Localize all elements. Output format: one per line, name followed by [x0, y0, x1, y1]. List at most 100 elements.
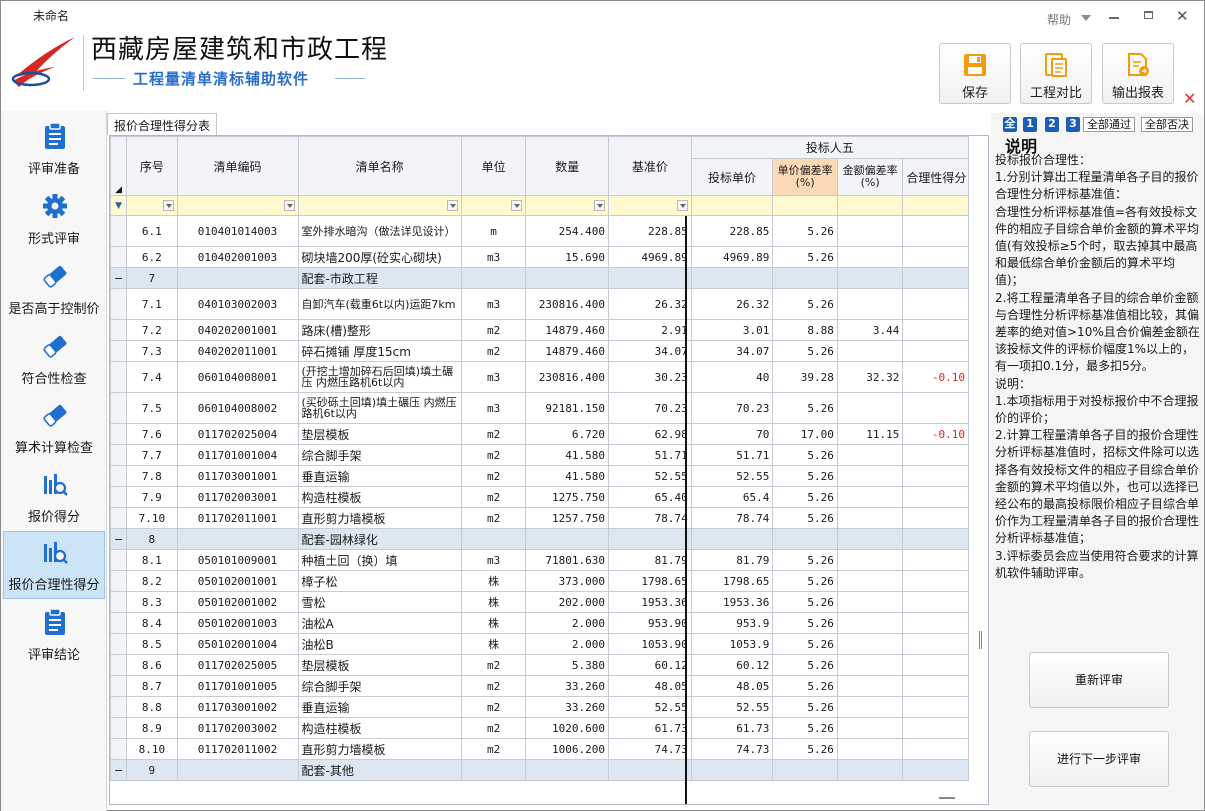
- table-row[interactable]: 8.6 011702025005 垫层模板 m2 5.380 60.12 60.12 5.26: [110, 654, 969, 676]
- col-qty[interactable]: 数量: [525, 136, 610, 196]
- row-gutter[interactable]: [110, 423, 128, 445]
- row-gutter[interactable]: [110, 444, 128, 466]
- table-row[interactable]: 6.1 010401014003 室外排水暗沟（做法详见设计） m 254.400 228…: [110, 215, 969, 247]
- table-row[interactable]: 8.7 011701001005 综合脚手架 m2 33.260 48.05 48.05 5.…: [110, 675, 969, 697]
- col-bid-price[interactable]: 投标单价: [690, 158, 774, 196]
- bid-price-cell[interactable]: 953.9: [690, 612, 774, 634]
- table-row[interactable]: 8.8 011703001002 垂直运输 m2 33.260 52.55 52.55 5.2…: [110, 696, 969, 718]
- row-gutter[interactable]: [110, 215, 128, 247]
- bid-price-cell[interactable]: 4969.89: [690, 246, 774, 268]
- row-gutter[interactable]: [110, 361, 128, 393]
- row-gutter[interactable]: [110, 392, 128, 424]
- table-row[interactable]: 7.5 060104008002 (买砂砾土回填)填土碾压 内燃压路机6t以内 m3 9…: [110, 392, 969, 424]
- tab-price-reasonableness[interactable]: 报价合理性得分表: [107, 113, 218, 135]
- table-row[interactable]: 8.1 050101009001 种植土回（换）填 m3 71801.630 81.79 8…: [110, 549, 969, 571]
- group-row[interactable]: −9 配套-其他: [110, 759, 969, 781]
- corner-cell[interactable]: ◢: [110, 136, 128, 196]
- filter-cell[interactable]: [525, 195, 610, 216]
- filter-cell[interactable]: [297, 195, 462, 216]
- sidebar-item-6[interactable]: 报价得分: [3, 463, 105, 531]
- table-row[interactable]: 8.9 011702003002 构造柱模板 m2 1020.600 61.73 61.73…: [110, 717, 969, 739]
- bid-price-cell[interactable]: 1953.36: [690, 591, 774, 613]
- reject-all-button[interactable]: 全部否决: [1141, 117, 1193, 132]
- bid-price-cell[interactable]: 48.05: [690, 675, 774, 697]
- row-gutter[interactable]: [110, 340, 128, 362]
- row-gutter[interactable]: [110, 319, 128, 341]
- bid-price-cell[interactable]: 65.4: [690, 486, 774, 508]
- row-gutter[interactable]: [110, 507, 128, 529]
- col-code[interactable]: 清单编码: [176, 136, 299, 196]
- sidebar-item-7[interactable]: 报价合理性得分: [3, 531, 105, 599]
- group-row[interactable]: −8 配套-园林绿化: [110, 528, 969, 550]
- bid-price-cell[interactable]: 228.85: [690, 215, 774, 247]
- row-gutter[interactable]: [110, 612, 128, 634]
- table-row[interactable]: 7.7 011701001004 综合脚手架 m2 41.580 51.71 51.71 5.…: [110, 444, 969, 466]
- filter-cell[interactable]: [690, 195, 774, 216]
- bid-price-cell[interactable]: 70.23: [690, 392, 774, 424]
- sidebar-item-5[interactable]: 算术计算检查: [3, 394, 105, 462]
- filter-cell[interactable]: [836, 195, 904, 216]
- maximize-icon[interactable]: [1144, 11, 1153, 19]
- row-gutter[interactable]: [110, 465, 128, 487]
- table-row[interactable]: 7.1 040103002003 自卸汽车(载重6t以内)运距7km m3 230816…: [110, 288, 969, 320]
- sidebar-item-2[interactable]: 形式评审: [3, 185, 105, 253]
- table-row[interactable]: 8.5 050102001004 油松B 株 2.000 1053.90 1053.9 5.2…: [110, 633, 969, 655]
- bid-price-cell[interactable]: 3.01: [690, 319, 774, 341]
- table-row[interactable]: 7.2 040202001001 路床(槽)整形 m2 14879.460 2.91 3.0…: [110, 319, 969, 341]
- col-amount-deviation[interactable]: 金额偏差率 (%): [836, 158, 904, 196]
- minimize-icon[interactable]: [1109, 17, 1119, 19]
- filter-cell[interactable]: [608, 195, 692, 216]
- bid-price-cell[interactable]: 51.71: [690, 444, 774, 466]
- col-score[interactable]: 合理性得分: [902, 158, 969, 196]
- table-row[interactable]: 8.3 050102001002 雪松株 202.000 1953.36 1953.36 5…: [110, 591, 969, 613]
- filter-icon[interactable]: ▼: [110, 195, 128, 216]
- group-row[interactable]: −7 配套-市政工程: [110, 267, 969, 289]
- resize-grip[interactable]: [939, 797, 955, 799]
- table-row[interactable]: 6.2 010402001003 砌块墙200厚(砼实心砌块) m3 15.690 496…: [110, 246, 969, 268]
- bid-price-cell[interactable]: 52.55: [690, 465, 774, 487]
- filter-1-button[interactable]: 1: [1023, 117, 1037, 132]
- sidebar-item-3[interactable]: 是否高于控制价: [3, 255, 105, 323]
- col-base[interactable]: 基准价: [608, 136, 692, 196]
- row-gutter[interactable]: [110, 246, 128, 268]
- bid-price-cell[interactable]: 61.73: [690, 717, 774, 739]
- table-row[interactable]: 7.6 011702025004 垫层模板 m2 6.720 62.98 70 17.00 11…: [110, 423, 969, 445]
- scrollbar-grip[interactable]: [979, 631, 982, 649]
- col-seq[interactable]: 序号: [126, 136, 178, 196]
- save-button[interactable]: 保存: [939, 43, 1011, 104]
- collapse-toggle[interactable]: −: [110, 528, 128, 550]
- bid-price-cell[interactable]: 74.73: [690, 738, 774, 760]
- collapse-toggle[interactable]: −: [110, 759, 128, 781]
- row-gutter[interactable]: [110, 717, 128, 739]
- filter-all-button[interactable]: 全: [1003, 117, 1017, 132]
- row-gutter[interactable]: [110, 570, 128, 592]
- table-row[interactable]: 7.8 011703001001 垂直运输 m2 41.580 52.55 52.55 5.2…: [110, 465, 969, 487]
- filter-cell[interactable]: [772, 195, 838, 216]
- sidebar-item-8[interactable]: 评审结论: [3, 601, 105, 669]
- compare-button[interactable]: 工程对比: [1020, 43, 1092, 104]
- row-gutter[interactable]: [110, 696, 128, 718]
- table-row[interactable]: 8.2 050102001001 樟子松株 373.000 1798.65 1798.65…: [110, 570, 969, 592]
- row-gutter[interactable]: [110, 633, 128, 655]
- bid-price-cell[interactable]: 40: [690, 361, 774, 393]
- filter-cell[interactable]: [460, 195, 527, 216]
- bid-price-cell[interactable]: 52.55: [690, 696, 774, 718]
- filter-cell[interactable]: [902, 195, 969, 216]
- row-gutter[interactable]: [110, 591, 128, 613]
- col-price-deviation[interactable]: 单价偏差率 (%): [772, 158, 838, 196]
- close-icon[interactable]: ✕: [1176, 7, 1189, 25]
- row-gutter[interactable]: [110, 675, 128, 697]
- bid-price-cell[interactable]: 26.32: [690, 288, 774, 320]
- bid-price-cell[interactable]: 78.74: [690, 507, 774, 529]
- filter-3-button[interactable]: 3: [1066, 117, 1080, 132]
- table-row[interactable]: 8.10 011702011002 直形剪力墙模板 m2 1006.200 74.73 74…: [110, 738, 969, 760]
- table-row[interactable]: 7.10 011702011001 直形剪力墙模板 m2 1257.750 78.74 78…: [110, 507, 969, 529]
- next-review-button[interactable]: 进行下一步评审: [1029, 731, 1169, 787]
- bid-price-cell[interactable]: 81.79: [690, 549, 774, 571]
- col-name[interactable]: 清单名称: [297, 136, 462, 196]
- table-row[interactable]: 7.9 011702003001 构造柱模板 m2 1275.750 65.40 65.4 5…: [110, 486, 969, 508]
- table-row[interactable]: 7.4 060104008001 (开挖土增加碎石后回填)填土碾压 内燃压路机6t以…: [110, 361, 969, 393]
- col-unit[interactable]: 单位: [460, 136, 527, 196]
- export-report-button[interactable]: 输出报表: [1102, 43, 1174, 104]
- sidebar-item-1[interactable]: 评审准备: [3, 115, 105, 183]
